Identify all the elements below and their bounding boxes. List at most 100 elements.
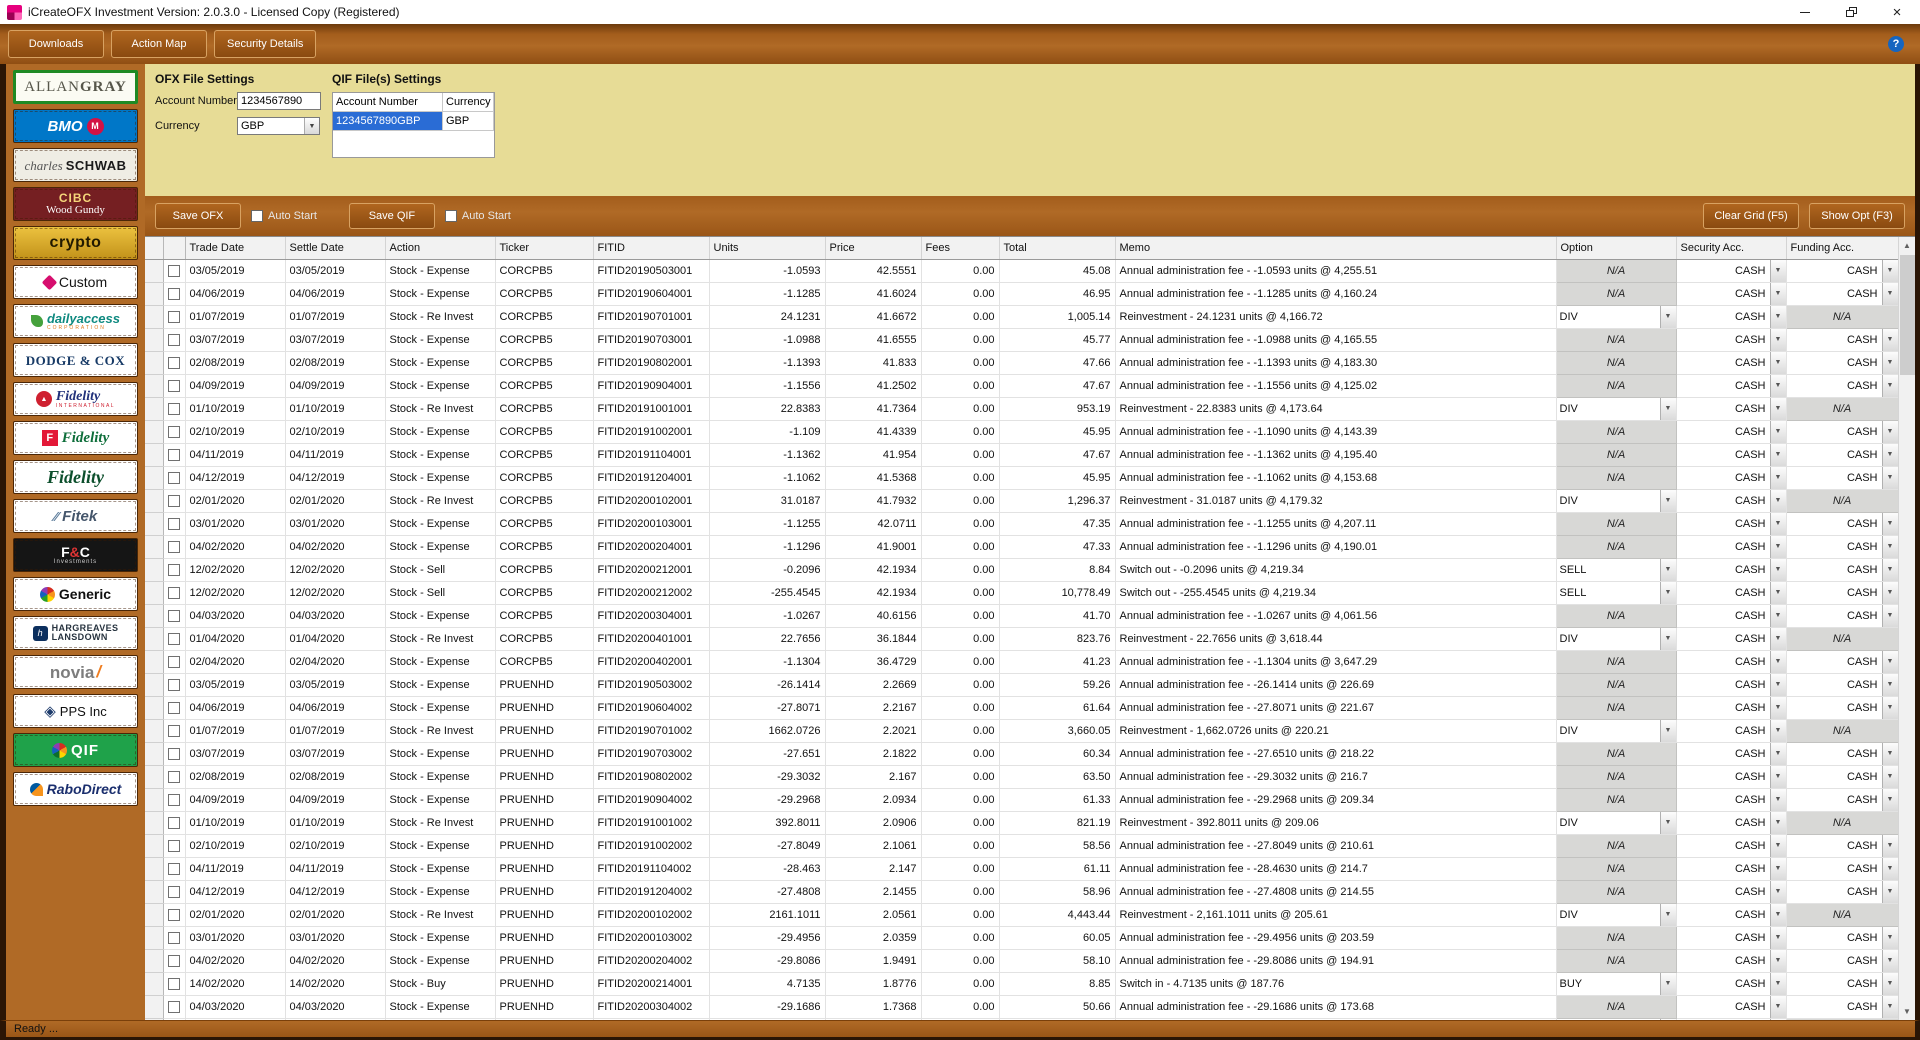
security-acc-cell[interactable]: CASH▼ [1676,765,1786,788]
dropdown-arrow-icon[interactable]: ▼ [1770,375,1786,397]
dropdown-arrow-icon[interactable]: ▼ [1882,881,1898,903]
checkbox-cell[interactable] [163,420,185,443]
row-header[interactable] [145,604,163,627]
row-checkbox[interactable] [168,840,180,852]
row-header[interactable] [145,788,163,811]
checkbox-cell[interactable] [163,581,185,604]
dropdown-arrow-icon[interactable]: ▼ [1770,306,1786,328]
dropdown-arrow-icon[interactable]: ▼ [1660,490,1676,512]
action-map-button[interactable]: Action Map [111,30,207,58]
row-checkbox[interactable] [168,541,180,553]
option-cell[interactable]: DIV▼ [1556,397,1676,420]
column-header[interactable]: Total [999,237,1115,259]
security-acc-cell[interactable]: CASH▼ [1676,627,1786,650]
row-checkbox[interactable] [168,380,180,392]
dropdown-arrow-icon[interactable]: ▼ [1882,260,1898,282]
dropdown-arrow-icon[interactable]: ▼ [1770,352,1786,374]
security-acc-cell[interactable]: CASH▼ [1676,719,1786,742]
checkbox-cell[interactable] [163,305,185,328]
checkbox-cell[interactable] [163,512,185,535]
row-checkbox[interactable] [168,725,180,737]
table-row[interactable]: 02/10/201902/10/2019Stock - ExpenseCORCP… [145,420,1898,443]
row-checkbox[interactable] [168,449,180,461]
funding-acc-cell[interactable]: CASH▼ [1786,558,1898,581]
row-checkbox[interactable] [168,403,180,415]
table-row[interactable]: 14/02/202014/02/2020Stock - BuyPRUENHDFI… [145,972,1898,995]
funding-acc-cell[interactable]: CASH▼ [1786,995,1898,1018]
row-checkbox[interactable] [168,357,180,369]
table-row[interactable]: 04/06/201904/06/2019Stock - ExpenseCORCP… [145,282,1898,305]
row-header[interactable] [145,903,163,926]
dropdown-arrow-icon[interactable]: ▼ [1882,835,1898,857]
sidebar-item-bmo[interactable]: MBMO [13,109,138,143]
qif-account-column-header[interactable]: Account Number [333,93,443,111]
funding-acc-cell[interactable]: CASH▼ [1786,535,1898,558]
security-acc-cell[interactable]: CASH▼ [1676,397,1786,420]
sidebar-item-novia[interactable]: /novia [13,655,138,689]
sidebar-item-hargreaves[interactable]: hHARGREAVESLANSDOWN [13,616,138,650]
security-acc-cell[interactable]: CASH▼ [1676,949,1786,972]
dropdown-arrow-icon[interactable]: ▼ [1770,766,1786,788]
row-checkbox[interactable] [168,656,180,668]
row-checkbox[interactable] [168,518,180,530]
row-header[interactable] [145,305,163,328]
column-header[interactable]: Funding Acc. [1786,237,1898,259]
sidebar-item-fc[interactable]: F&CInvestments [13,538,138,572]
table-row[interactable]: 04/12/201904/12/2019Stock - ExpenseCORCP… [145,466,1898,489]
security-acc-cell[interactable]: CASH▼ [1676,673,1786,696]
checkbox-cell[interactable] [163,374,185,397]
security-acc-cell[interactable]: CASH▼ [1676,282,1786,305]
column-header[interactable]: Settle Date [285,237,385,259]
dropdown-arrow-icon[interactable]: ▼ [1882,766,1898,788]
close-button[interactable]: × [1874,0,1920,24]
security-acc-cell[interactable]: CASH▼ [1676,604,1786,627]
maximize-button[interactable] [1828,0,1874,24]
dropdown-arrow-icon[interactable]: ▼ [1770,1019,1786,1021]
column-header[interactable]: Security Acc. [1676,237,1786,259]
row-checkbox[interactable] [168,311,180,323]
dropdown-arrow-icon[interactable]: ▼ [1770,950,1786,972]
dropdown-arrow-icon[interactable]: ▼ [1660,559,1676,581]
clear-grid-button[interactable]: Clear Grid (F5) [1703,203,1799,229]
row-checkbox[interactable] [168,886,180,898]
security-acc-cell[interactable]: CASH▼ [1676,650,1786,673]
dropdown-arrow-icon[interactable]: ▼ [1660,904,1676,926]
table-row[interactable]: 02/01/202002/01/2020Stock - Re InvestPRU… [145,903,1898,926]
checkbox-cell[interactable] [163,788,185,811]
checkbox-cell[interactable] [163,466,185,489]
dropdown-arrow-icon[interactable]: ▼ [1770,743,1786,765]
funding-acc-cell[interactable]: CASH▼ [1786,742,1898,765]
dropdown-arrow-icon[interactable]: ▼ [1770,490,1786,512]
option-cell[interactable]: BUY▼ [1556,972,1676,995]
column-header[interactable]: Units [709,237,825,259]
qif-account-cell[interactable]: 1234567890GBP [333,112,443,130]
dropdown-arrow-icon[interactable]: ▼ [1770,513,1786,535]
dropdown-arrow-icon[interactable]: ▼ [1882,651,1898,673]
qif-account-row[interactable]: 1234567890GBP GBP [333,112,494,131]
funding-acc-cell[interactable]: CASH▼ [1786,420,1898,443]
row-header[interactable] [145,282,163,305]
funding-acc-cell[interactable]: CASH▼ [1786,650,1898,673]
row-checkbox[interactable] [168,909,180,921]
dropdown-arrow-icon[interactable]: ▼ [1770,651,1786,673]
table-row[interactable]: 02/08/201902/08/2019Stock - ExpenseCORCP… [145,351,1898,374]
row-header[interactable] [145,374,163,397]
dropdown-arrow-icon[interactable]: ▼ [1660,582,1676,604]
funding-acc-cell[interactable]: CASH▼ [1786,834,1898,857]
row-header[interactable] [145,811,163,834]
funding-acc-cell[interactable]: CASH▼ [1786,443,1898,466]
dropdown-arrow-icon[interactable]: ▼ [1770,421,1786,443]
sidebar-item-fidelity-f[interactable]: FFidelity [13,421,138,455]
checkbox-cell[interactable] [163,650,185,673]
checkbox-cell[interactable] [163,443,185,466]
sidebar-item-fidelity-intl[interactable]: ▲FidelityINTERNATIONAL [13,382,138,416]
security-acc-cell[interactable]: CASH▼ [1676,259,1786,282]
checkbox-cell[interactable] [163,627,185,650]
checkbox-cell[interactable] [163,1018,185,1020]
row-checkbox[interactable] [168,748,180,760]
column-header[interactable]: Option [1556,237,1676,259]
table-row[interactable]: 03/01/202003/01/2020Stock - ExpenseCORCP… [145,512,1898,535]
table-row[interactable]: 04/03/202004/03/2020Stock - ExpenseCORCP… [145,604,1898,627]
checkbox-cell[interactable] [163,535,185,558]
funding-acc-cell[interactable]: CASH▼ [1786,972,1898,995]
